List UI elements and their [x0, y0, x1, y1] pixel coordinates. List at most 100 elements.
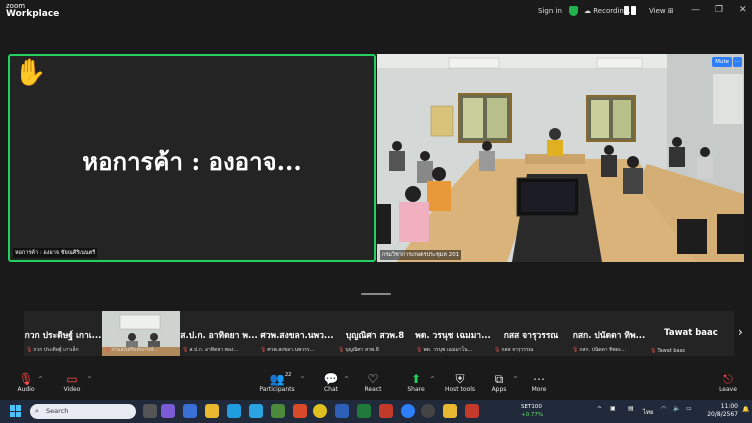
participant-thumbnail-video[interactable]: 🎙กรมส่งเสริมสหกรณ์...: [102, 311, 180, 356]
language-indicator[interactable]: ไทย: [643, 407, 654, 417]
teams-icon[interactable]: [183, 404, 197, 418]
view-button[interactable]: View ⊞: [649, 7, 674, 15]
zoom-icon[interactable]: [401, 404, 415, 418]
restore-icon[interactable]: ❐: [715, 5, 723, 15]
store-icon[interactable]: [249, 404, 263, 418]
pdf-icon[interactable]: [379, 404, 393, 418]
security-shield-icon[interactable]: [569, 6, 578, 16]
task-view-icon[interactable]: [143, 404, 157, 418]
apps-button[interactable]: ⧉ Apps: [488, 372, 510, 393]
resize-handle[interactable]: [361, 293, 391, 295]
video-options-chevron-icon[interactable]: ^: [87, 376, 92, 383]
react-label: React: [364, 386, 382, 393]
powerpoint-icon[interactable]: [465, 404, 479, 418]
participant-name-label: หอการค้า : องอาจ ชัยณศิริเนนตรี: [13, 248, 98, 258]
participant-thumbnail[interactable]: กวก ประดิษฐ์ เกาเ... 🎙กวก ประดิษฐ์ เกาเล…: [24, 311, 102, 356]
file-explorer-icon[interactable]: [205, 404, 219, 418]
tray-app-icon[interactable]: ▤: [628, 405, 634, 412]
thumbnail-sub-name: Tawat baac: [657, 348, 686, 354]
thumbnail-name: ศวพ.สงขลา.นพว...: [260, 331, 334, 341]
mute-participant-button[interactable]: Mute: [712, 57, 732, 67]
stock-widget[interactable]: SET100 +0.77%: [521, 403, 543, 419]
battery-icon[interactable]: ▭: [686, 405, 692, 412]
minimize-icon[interactable]: —: [691, 5, 700, 15]
chrome-icon[interactable]: [313, 404, 327, 418]
host-tools-button[interactable]: ⛨ Host tools: [444, 372, 476, 393]
audio-options-chevron-icon[interactable]: ^: [38, 376, 43, 383]
pause-recording-icon[interactable]: [624, 6, 638, 15]
more-button[interactable]: ⋯ More: [528, 372, 550, 393]
muted-mic-icon: 🎙: [494, 347, 501, 353]
folder-icon[interactable]: [443, 404, 457, 418]
zoom-logo: zoom Workplace: [6, 2, 59, 19]
tray-chevron-icon[interactable]: ^: [597, 406, 602, 413]
view-label: View: [649, 7, 666, 15]
thumbnail-label: 🎙กสก. ปนัดดา ทิพยะ...: [572, 346, 646, 354]
participant-thumbnail[interactable]: ส.ป.ก. อาทิตยา พ... 🎙ส.ป.ก. อาทิตยา พอง.…: [180, 311, 258, 356]
participant-thumbnail[interactable]: กสส จารุวรรณ 🎙กสส จารุวรรณ: [492, 311, 570, 356]
apps-label: Apps: [491, 386, 507, 393]
thumbnail-label: 🎙Tawat baac: [650, 348, 724, 354]
share-button[interactable]: ⬆ Share: [404, 372, 428, 393]
excel-icon[interactable]: [357, 404, 371, 418]
stock-name: SET100: [521, 404, 542, 410]
participant-thumbnail-strip: กวก ประดิษฐ์ เกาเ... 🎙กวก ประดิษฐ์ เกาเล…: [24, 311, 734, 356]
share-options-chevron-icon[interactable]: ^: [430, 376, 435, 383]
thumbnail-sub-name: บุญณิศา สวพ.8: [345, 347, 379, 353]
word-icon[interactable]: [335, 404, 349, 418]
leave-button[interactable]: ⎋ Leave: [716, 372, 740, 393]
tray-app-icon[interactable]: ▣: [610, 405, 616, 412]
active-speaker-tile[interactable]: ✋ หอการค้า : องอาจ... หอการค้า : องอาจ ช…: [8, 54, 376, 262]
chat-label: Chat: [323, 386, 339, 393]
meeting-room-video-tile[interactable]: Mute ··· กรมวิชาการเกษตรประชุมห 201: [377, 54, 744, 262]
thumbnail-label: 🎙ศวพ.สงขลา.นพวรร...: [260, 346, 334, 354]
search-placeholder: Search: [46, 407, 69, 415]
next-page-chevron-icon[interactable]: ›: [738, 325, 743, 339]
stock-change: +0.77%: [521, 412, 544, 418]
edge-icon[interactable]: [227, 404, 241, 418]
thumbnail-label: 🎙พด. วรนุช เฉมมาโน...: [416, 346, 490, 354]
chat-button[interactable]: 💬 Chat: [320, 372, 342, 393]
muted-mic-icon: 🎙: [338, 347, 345, 353]
photos-icon[interactable]: [271, 404, 285, 418]
audio-button[interactable]: 🎙 Audio: [15, 372, 37, 393]
taskbar-search-box[interactable]: ⌕ Search: [30, 404, 136, 419]
participant-display-name: หอการค้า : องอาจ...: [82, 147, 302, 176]
audio-label: Audio: [17, 386, 35, 393]
participant-thumbnail[interactable]: ศวพ.สงขลา.นพว... 🎙ศวพ.สงขลา.นพวรร...: [258, 311, 336, 356]
muted-mic-icon: 🎙: [260, 347, 267, 353]
participant-thumbnail[interactable]: Tawat baac 🎙Tawat baac: [648, 311, 734, 356]
windows-taskbar: ⌕ Search SET100 +0.77% ^ ▣ ▤ ไทย ◠ 🔈 ▭ 1…: [0, 400, 752, 423]
thumbnail-name: กสส จารุวรรณ: [503, 331, 559, 341]
chat-icon: 💬: [323, 372, 339, 386]
participant-thumbnail[interactable]: บุญณิศา สวพ.8 🎙บุญณิศา สวพ.8: [336, 311, 414, 356]
media-player-icon[interactable]: [421, 404, 435, 418]
video-button[interactable]: ▭ Video: [60, 372, 84, 393]
raised-hand-icon: ✋: [14, 58, 47, 88]
taskbar-clock[interactable]: 11:00 20/8/2567: [707, 403, 738, 419]
muted-mic-icon: 🎙: [650, 348, 657, 354]
participant-name-label: กรมวิชาการเกษตรประชุมห 201: [380, 250, 462, 260]
notification-bell-icon[interactable]: 🔔: [742, 406, 749, 413]
meeting-toolbar: 🎙 Audio ^ ▭ Video ^ 👥 Participants 22 ^ …: [0, 370, 752, 400]
thumbnail-label: 🎙บุญณิศา สวพ.8: [338, 346, 412, 354]
volume-icon[interactable]: 🔈: [673, 405, 680, 412]
windows-start-icon[interactable]: [10, 405, 22, 417]
title-bar: zoom Workplace Sign in ☁ Recording... Vi…: [0, 0, 752, 22]
copilot-icon[interactable]: [161, 404, 175, 418]
tile-more-options-button[interactable]: ···: [732, 57, 742, 67]
sign-in-link[interactable]: Sign in: [538, 7, 562, 15]
apps-options-chevron-icon[interactable]: ^: [513, 376, 518, 383]
close-icon[interactable]: ✕: [739, 5, 747, 15]
wifi-icon[interactable]: ◠: [661, 405, 666, 412]
thumbnail-sub-name: ส.ป.ก. อาทิตยา พอง...: [189, 347, 239, 353]
react-button[interactable]: ♡ React: [361, 372, 385, 393]
search-icon: ⌕: [35, 407, 39, 415]
participant-thumbnail[interactable]: กสก. ปนัดดา ทิพ... 🎙กสก. ปนัดดา ทิพยะ...: [570, 311, 648, 356]
app-icon[interactable]: [293, 404, 307, 418]
participants-options-chevron-icon[interactable]: ^: [300, 376, 305, 383]
participant-thumbnail[interactable]: พด. วรนุช เฉมมา... 🎙พด. วรนุช เฉมมาโน...: [414, 311, 492, 356]
video-label: Video: [63, 386, 81, 393]
chat-options-chevron-icon[interactable]: ^: [344, 376, 349, 383]
clock-date: 20/8/2567: [707, 411, 738, 418]
